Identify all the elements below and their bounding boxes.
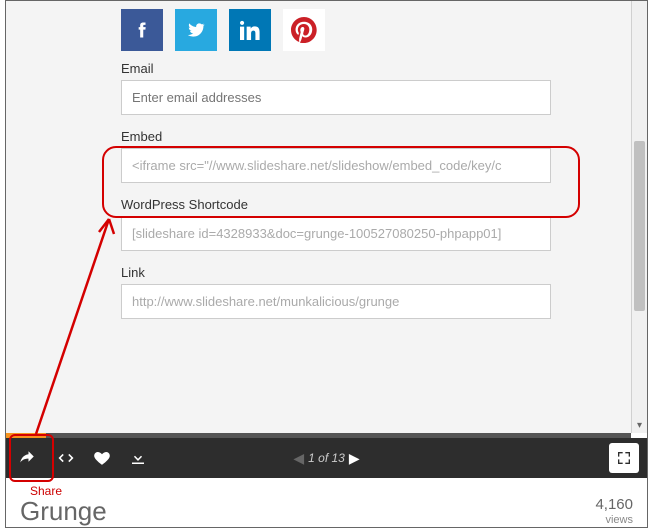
scrollbar-down-icon[interactable]: ▾ [632, 417, 647, 433]
fullscreen-icon [616, 450, 632, 466]
share-button[interactable] [6, 438, 48, 478]
embed-label: Embed [121, 129, 551, 144]
download-button[interactable] [120, 438, 156, 478]
facebook-icon [132, 20, 152, 40]
slide-counter: 1 of 13 [308, 451, 345, 465]
code-icon [57, 449, 75, 467]
linkedin-share-button[interactable] [229, 9, 271, 51]
pinterest-icon [291, 17, 317, 43]
scrollbar-thumb[interactable] [634, 141, 645, 311]
social-row [121, 9, 631, 51]
below-player: Share Grunge 4,160 views [6, 479, 647, 527]
linkedin-icon [240, 20, 260, 40]
embed-input[interactable] [121, 148, 551, 183]
fullscreen-button[interactable] [609, 443, 639, 473]
pinterest-share-button[interactable] [283, 9, 325, 51]
twitter-share-button[interactable] [175, 9, 217, 51]
views-label: views [595, 514, 633, 527]
link-label: Link [121, 265, 551, 280]
slide-position: ◀ 1 of 13 ▶ [293, 450, 359, 467]
share-icon [18, 449, 36, 467]
twitter-icon [186, 20, 206, 40]
next-slide-button[interactable]: ▶ [349, 450, 360, 467]
player-toolbar: ◀ 1 of 13 ▶ [6, 438, 647, 478]
link-input[interactable] [121, 284, 551, 319]
wordpress-input[interactable] [121, 216, 551, 251]
like-button[interactable] [84, 438, 120, 478]
heart-icon [93, 449, 111, 467]
email-input[interactable] [121, 80, 551, 115]
email-label: Email [121, 61, 551, 76]
embed-code-button[interactable] [48, 438, 84, 478]
presentation-title: Grunge [20, 496, 107, 527]
share-form: Email Embed WordPress Shortcode Link [121, 61, 551, 333]
share-panel: Email Embed WordPress Shortcode Link [6, 1, 631, 433]
facebook-share-button[interactable] [121, 9, 163, 51]
prev-slide-button[interactable]: ◀ [293, 450, 304, 467]
wordpress-label: WordPress Shortcode [121, 197, 551, 212]
panel-scrollbar[interactable]: ▾ [631, 1, 647, 433]
download-icon [129, 449, 147, 467]
views-count: 4,160 [595, 496, 633, 514]
views-block: 4,160 views [595, 496, 633, 527]
slideshare-viewer: Email Embed WordPress Shortcode Link ▾ [5, 0, 648, 528]
